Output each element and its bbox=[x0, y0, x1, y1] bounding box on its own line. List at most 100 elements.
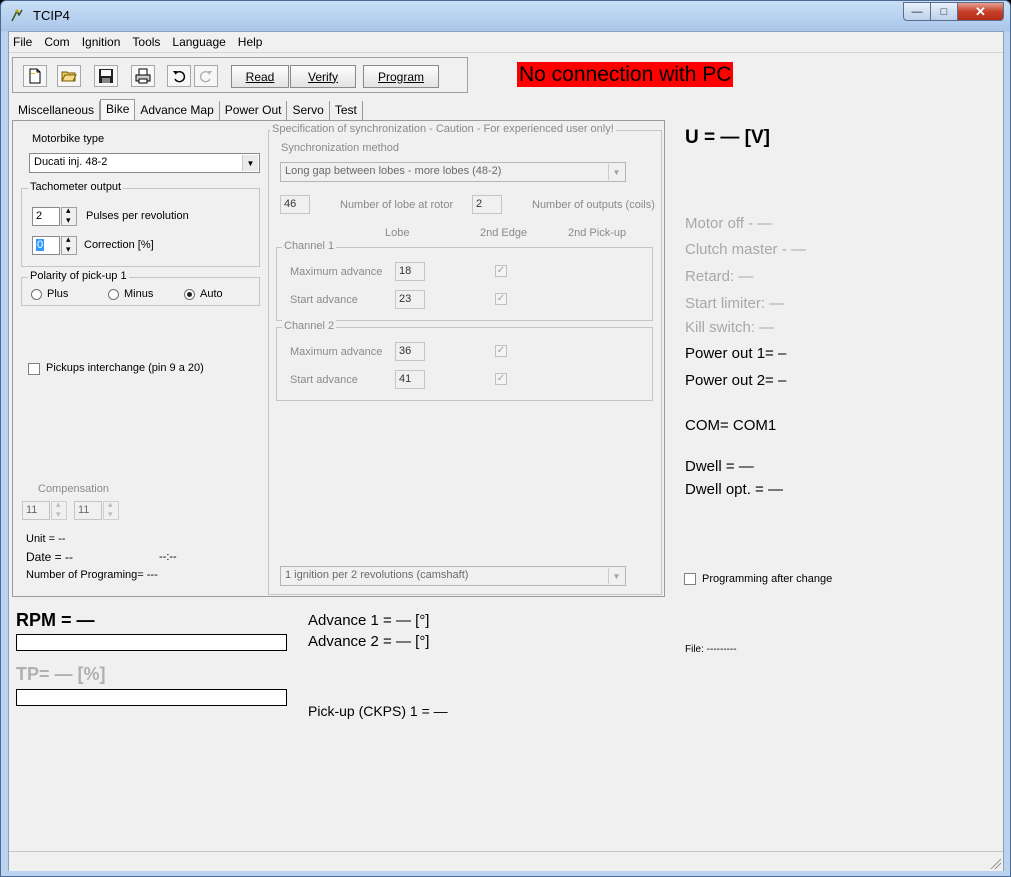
verify-button[interactable]: Verify bbox=[290, 65, 356, 88]
channel1-max-input[interactable]: 18 bbox=[395, 262, 425, 281]
tab-power-out[interactable]: Power Out bbox=[219, 101, 288, 121]
menu-bar: File Com Ignition Tools Language Help bbox=[9, 32, 1003, 52]
dwell-opt-status: Dwell opt. = — bbox=[685, 481, 783, 498]
motorbike-type-select[interactable]: Ducati inj. 48-2 ▼ bbox=[29, 153, 260, 173]
compensation-a-value: 11 bbox=[26, 504, 38, 516]
pickup-readout: Pick-up (CKPS) 1 = — bbox=[308, 703, 448, 719]
pulses-spinner[interactable] bbox=[61, 205, 77, 226]
correction-input[interactable]: 0 bbox=[32, 236, 60, 255]
pickups-interchange-label: Pickups interchange (pin 9 a 20) bbox=[46, 362, 204, 374]
program-button[interactable]: Program bbox=[363, 65, 439, 88]
voltage-readout: U = — [V] bbox=[685, 127, 770, 148]
compensation-a-input[interactable]: 11 bbox=[22, 501, 50, 520]
correction-value: 0 bbox=[36, 239, 45, 251]
channel1-max-value: 18 bbox=[399, 265, 412, 277]
pulses-label: Pulses per revolution bbox=[86, 210, 189, 222]
tab-miscellaneous[interactable]: Miscellaneous bbox=[13, 101, 101, 121]
tab-advance-map[interactable]: Advance Map bbox=[135, 101, 220, 121]
save-icon bbox=[99, 69, 113, 83]
dwell-status: Dwell = — bbox=[685, 458, 754, 475]
kill-switch-status: Kill switch: — bbox=[685, 319, 775, 336]
tab-test[interactable]: Test bbox=[329, 101, 363, 121]
channel2-max-input[interactable]: 36 bbox=[395, 342, 425, 361]
sync-method-value: Long gap between lobes - more lobes (48-… bbox=[285, 165, 502, 177]
menu-ignition[interactable]: Ignition bbox=[76, 35, 127, 49]
compensation-label: Compensation bbox=[38, 483, 109, 495]
minimize-button[interactable]: — bbox=[903, 2, 931, 21]
menu-file[interactable]: File bbox=[9, 35, 38, 49]
channel2-start-2nd-edge-checkbox[interactable]: ✓ bbox=[495, 373, 507, 385]
date-text: Date = -- bbox=[26, 550, 74, 564]
print-button[interactable] bbox=[131, 65, 155, 87]
channel2-max-2nd-edge-checkbox[interactable]: ✓ bbox=[495, 345, 507, 357]
outputs-input[interactable]: 2 bbox=[472, 195, 502, 214]
save-button[interactable] bbox=[94, 65, 118, 87]
rpm-bar bbox=[16, 634, 287, 651]
channel1-max-2nd-edge-checkbox[interactable]: ✓ bbox=[495, 265, 507, 277]
tab-bike[interactable]: Bike bbox=[100, 99, 136, 121]
new-button[interactable] bbox=[23, 65, 47, 87]
resize-grip-icon[interactable] bbox=[989, 857, 1001, 869]
redo-button[interactable] bbox=[194, 65, 218, 87]
power-out1-status: Power out 1= – bbox=[685, 345, 787, 362]
channel2-start-label: Start advance bbox=[290, 374, 358, 386]
channel2-start-input[interactable]: 41 bbox=[395, 370, 425, 389]
com-port-status: COM= COM1 bbox=[685, 417, 777, 434]
connection-status-banner: No connection with PC bbox=[517, 62, 734, 87]
menu-separator bbox=[9, 52, 1003, 53]
sync-method-select[interactable]: Long gap between lobes - more lobes (48-… bbox=[280, 162, 626, 182]
tp-bar bbox=[16, 689, 287, 706]
pickups-interchange-checkbox[interactable] bbox=[28, 363, 40, 375]
unit-text: Unit = -- bbox=[26, 533, 66, 545]
title-bar: TCIP4 — □ ✕ bbox=[1, 1, 1010, 31]
programming-after-change-checkbox[interactable] bbox=[684, 573, 696, 585]
maximize-button[interactable]: □ bbox=[930, 2, 958, 21]
undo-icon bbox=[173, 70, 186, 83]
channel2-label: Channel 2 bbox=[282, 320, 337, 332]
column-lobe-label: Lobe bbox=[385, 227, 410, 239]
lobes-value: 46 bbox=[284, 198, 297, 210]
compensation-b-input[interactable]: 11 bbox=[74, 501, 102, 520]
channel1-start-input[interactable]: 23 bbox=[395, 290, 425, 309]
menu-help[interactable]: Help bbox=[232, 35, 269, 49]
column-2nd-pickup-label: 2nd Pick-up bbox=[568, 227, 627, 239]
menu-com[interactable]: Com bbox=[38, 35, 75, 49]
pulses-input[interactable]: 2 bbox=[32, 207, 60, 226]
polarity-minus-radio[interactable] bbox=[108, 289, 119, 300]
compensation-b-spinner[interactable] bbox=[103, 499, 119, 520]
undo-button[interactable] bbox=[167, 65, 191, 87]
file-status: File: --------- bbox=[685, 644, 737, 655]
new-file-icon bbox=[29, 68, 41, 84]
open-button[interactable] bbox=[57, 65, 81, 87]
motorbike-type-value: Ducati inj. 48-2 bbox=[34, 156, 108, 168]
polarity-group: Polarity of pick-up 1 Plus Minus Auto bbox=[21, 270, 260, 306]
pulses-value: 2 bbox=[36, 210, 43, 222]
chevron-down-icon: ▼ bbox=[242, 155, 258, 171]
channel1-start-2nd-edge-checkbox[interactable]: ✓ bbox=[495, 293, 507, 305]
start-limiter-status: Start limiter: — bbox=[685, 295, 785, 312]
power-out2-status: Power out 2= – bbox=[685, 372, 787, 389]
correction-spinner[interactable] bbox=[61, 234, 77, 255]
channel1-label: Channel 1 bbox=[282, 240, 337, 252]
tachometer-group-label: Tachometer output bbox=[28, 181, 124, 193]
tachometer-group: Tachometer output 2 Pulses per revolutio… bbox=[21, 181, 260, 267]
menu-language[interactable]: Language bbox=[166, 35, 231, 49]
lobes-input[interactable]: 46 bbox=[280, 195, 310, 214]
menu-tools[interactable]: Tools bbox=[126, 35, 166, 49]
tab-servo[interactable]: Servo bbox=[287, 101, 330, 121]
compensation-a-spinner[interactable] bbox=[51, 499, 67, 520]
ignition-mode-select[interactable]: 1 ignition per 2 revolutions (camshaft) … bbox=[280, 566, 626, 586]
read-label: Read bbox=[245, 69, 275, 84]
chevron-down-icon: ▼ bbox=[608, 568, 624, 584]
column-2nd-edge-label: 2nd Edge bbox=[480, 227, 528, 239]
read-button[interactable]: Read bbox=[231, 65, 289, 88]
close-button[interactable]: ✕ bbox=[957, 2, 1004, 21]
tab-strip: Miscellaneous Bike Advance Map Power Out… bbox=[13, 99, 363, 121]
sync-group: Specification of synchronization - Cauti… bbox=[268, 123, 662, 595]
open-folder-icon bbox=[61, 71, 77, 82]
chevron-down-icon: ▼ bbox=[608, 164, 624, 180]
channel1-group: Channel 1 Maximum advance 18 ✓ Start adv… bbox=[276, 240, 653, 321]
polarity-auto-radio[interactable] bbox=[184, 289, 195, 300]
polarity-plus-radio[interactable] bbox=[31, 289, 42, 300]
bike-tab-panel: Motorbike type Ducati inj. 48-2 ▼ Tachom… bbox=[12, 121, 665, 597]
